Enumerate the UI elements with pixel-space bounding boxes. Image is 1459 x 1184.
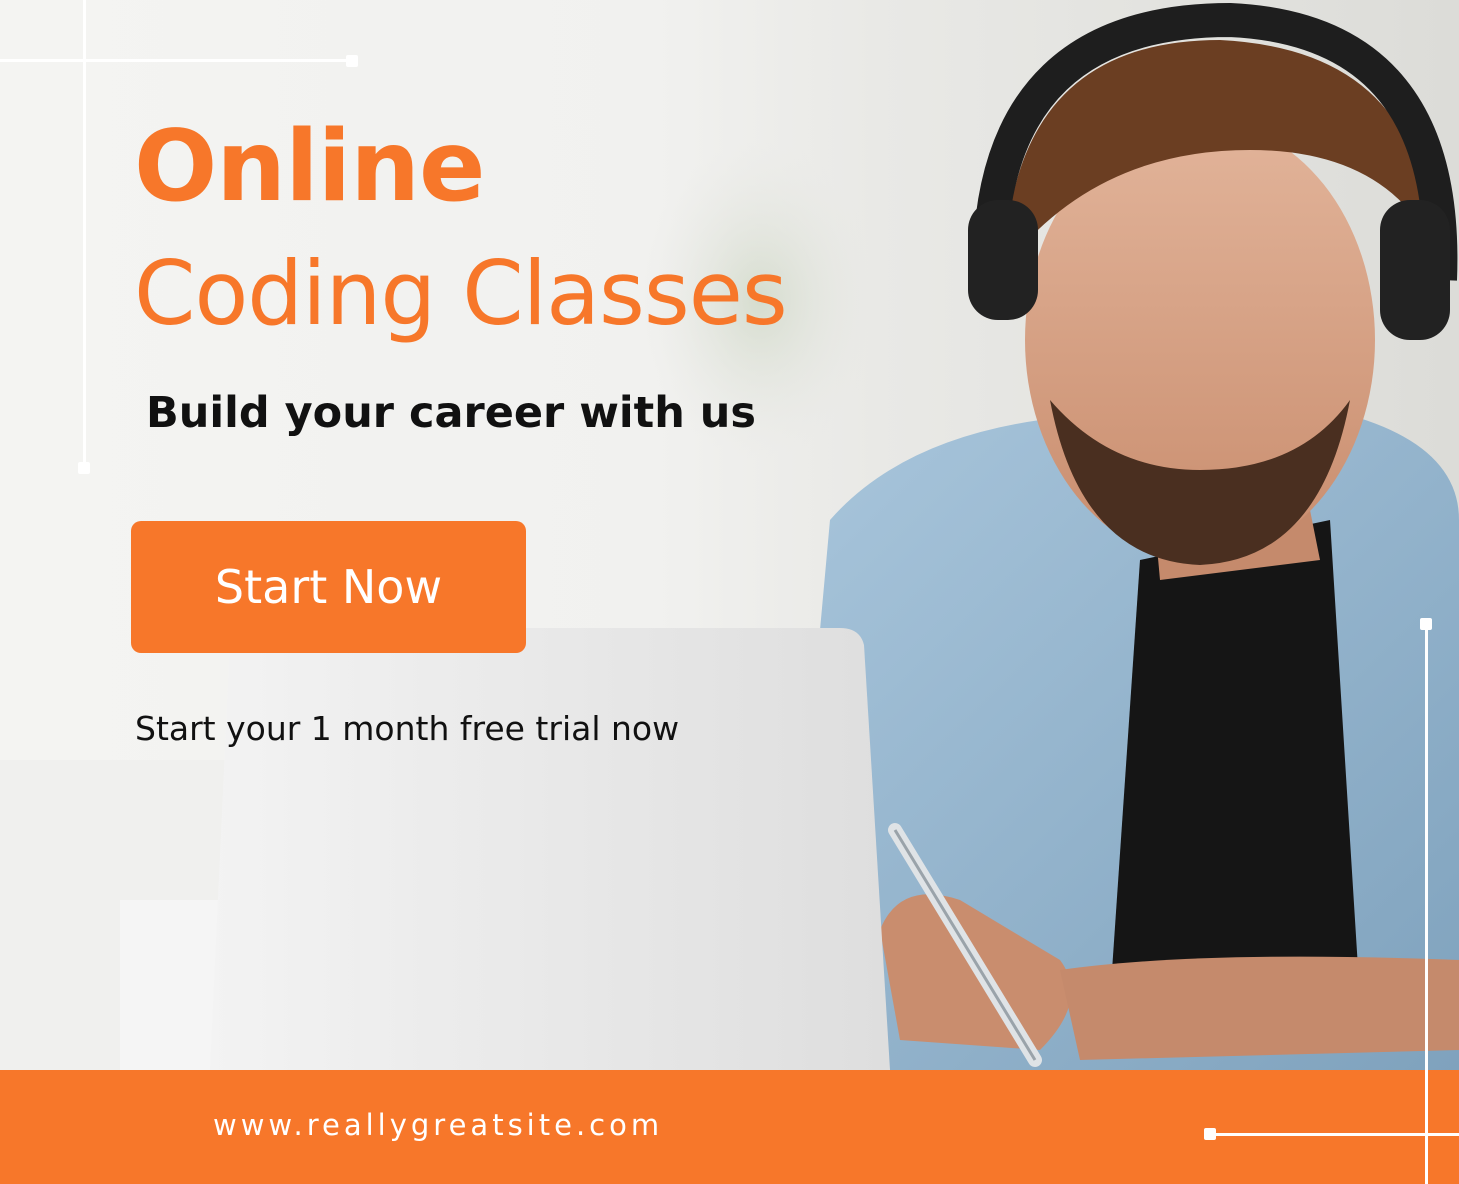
decor-line-left-vertical: [83, 0, 86, 466]
person-icon: [780, 40, 1459, 1070]
subheadline: Build your career with us: [146, 388, 756, 438]
headline-line2: Coding Classes: [134, 242, 788, 345]
website-link[interactable]: www.reallygreatsite.com: [213, 1108, 663, 1142]
laptop-icon: [210, 628, 890, 1070]
trial-text: Start your 1 month free trial now: [135, 709, 680, 748]
headline-line1: Online: [134, 110, 485, 224]
decor-dot-footer: [1204, 1128, 1216, 1140]
decor-dot-top-right: [346, 55, 358, 67]
footer-bar: www.reallygreatsite.com: [0, 1070, 1459, 1184]
start-now-button[interactable]: Start Now: [131, 521, 526, 653]
decor-dot-right-top: [1420, 618, 1432, 630]
decor-line-right-vertical: [1425, 622, 1428, 1184]
decor-line-footer-horizontal: [1210, 1133, 1459, 1136]
decor-line-top-horizontal: [0, 59, 352, 62]
ad-banner: Online Coding Classes Build your career …: [0, 0, 1459, 1184]
decor-dot-left-bottom: [78, 462, 90, 474]
